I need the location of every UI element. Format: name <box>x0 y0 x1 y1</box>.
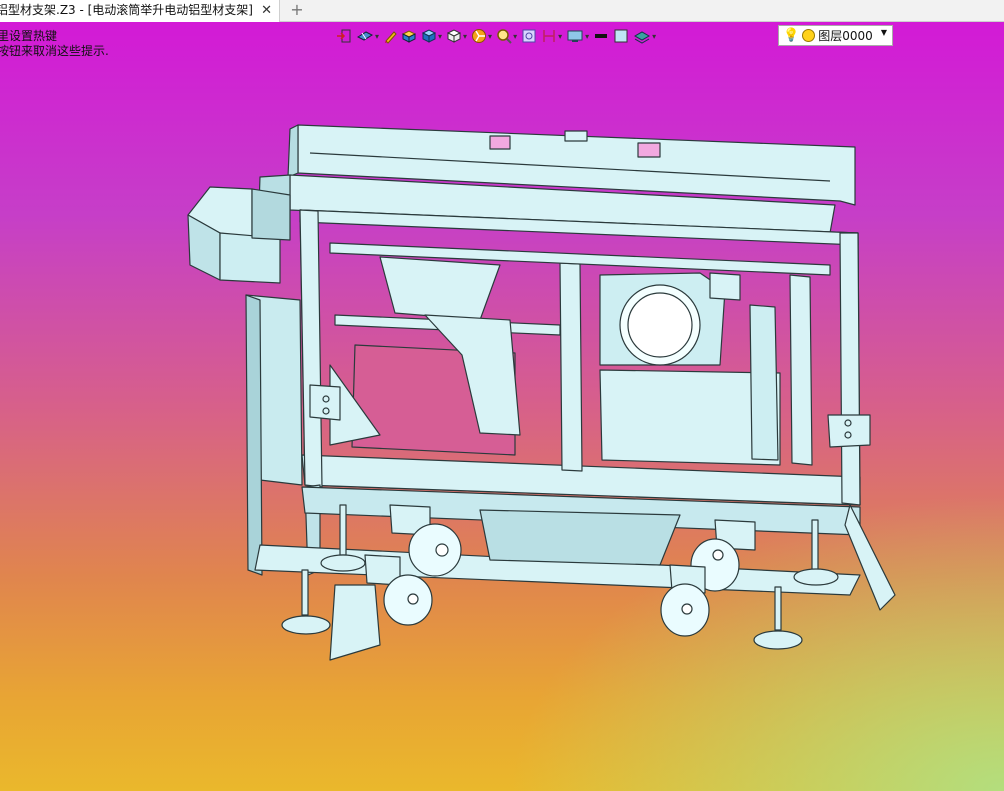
document-tab[interactable]: 铝型材支架.Z3 - [电动滚筒举升电动铝型材支架] ✕ <box>0 0 280 22</box>
display-settings-icon <box>567 30 583 42</box>
render-mode-button[interactable]: ▾ <box>471 26 492 46</box>
document-tab-title: 铝型材支架.Z3 - [电动滚筒举升电动铝型材支架] <box>0 3 253 17</box>
zoom-button[interactable]: ▾ <box>496 26 517 46</box>
layer-manager-button[interactable]: ▾ <box>633 26 656 46</box>
chevron-down-icon[interactable]: ▼ <box>881 28 887 37</box>
render-mode-icon <box>472 29 487 43</box>
layer-name: 图层0000 <box>818 29 873 43</box>
drum-roller <box>599 272 813 466</box>
pen-icon <box>385 31 397 44</box>
fill-color-icon <box>614 29 628 43</box>
lightbulb-icon[interactable]: 💡 <box>783 28 799 43</box>
import-icon <box>337 29 351 43</box>
zoom-icon <box>497 29 512 44</box>
view-toolbar: ▾ ▾ ▾ ▾ ▾ ▾ ▾ ▾ <box>336 26 656 46</box>
close-tab-icon[interactable]: ✕ <box>261 0 272 21</box>
fit-view-icon <box>522 29 536 43</box>
wireframe-mode-button[interactable]: ▾ <box>446 26 467 46</box>
motor-housing <box>187 186 291 284</box>
import-button[interactable] <box>336 26 352 46</box>
part-color-button[interactable] <box>401 26 417 46</box>
part-color-icon <box>401 30 417 43</box>
section-icon <box>543 30 555 42</box>
shaded-box-icon <box>421 29 437 43</box>
view-orient-icon <box>356 31 374 41</box>
view-orient-button[interactable]: ▾ <box>356 26 379 46</box>
front-support-foot <box>329 584 381 661</box>
3d-model-view[interactable] <box>180 115 900 675</box>
fit-view-button[interactable] <box>521 26 537 46</box>
new-tab-button[interactable]: + <box>288 0 306 22</box>
line-color-button[interactable] <box>593 26 609 46</box>
fill-color-button[interactable] <box>613 26 629 46</box>
sketch-pen-button[interactable] <box>383 26 397 46</box>
layer-select[interactable]: 💡 图层0000 ▼ <box>778 25 893 46</box>
section-view-button[interactable]: ▾ <box>541 26 562 46</box>
line-color-icon <box>595 34 608 38</box>
wire-box-icon <box>446 29 462 43</box>
layer-stack-icon <box>634 31 651 44</box>
display-settings-button[interactable]: ▾ <box>566 26 589 46</box>
document-tab-bar: 铝型材支架.Z3 - [电动滚筒举升电动铝型材支架] ✕ + <box>0 0 1004 22</box>
layer-color-swatch <box>802 29 816 42</box>
shaded-mode-button[interactable]: ▾ <box>421 26 442 46</box>
hint-line-2: 按钮来取消这些提示. <box>0 44 109 58</box>
